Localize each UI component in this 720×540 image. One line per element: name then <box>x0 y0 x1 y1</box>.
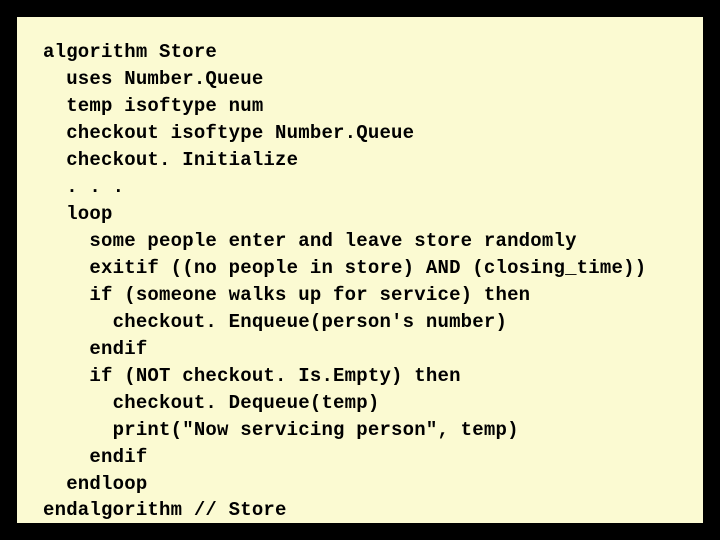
pseudocode-block: algorithm Store uses Number.Queue temp i… <box>43 39 683 524</box>
code-panel: algorithm Store uses Number.Queue temp i… <box>14 14 706 526</box>
slide-outer: algorithm Store uses Number.Queue temp i… <box>0 0 720 540</box>
